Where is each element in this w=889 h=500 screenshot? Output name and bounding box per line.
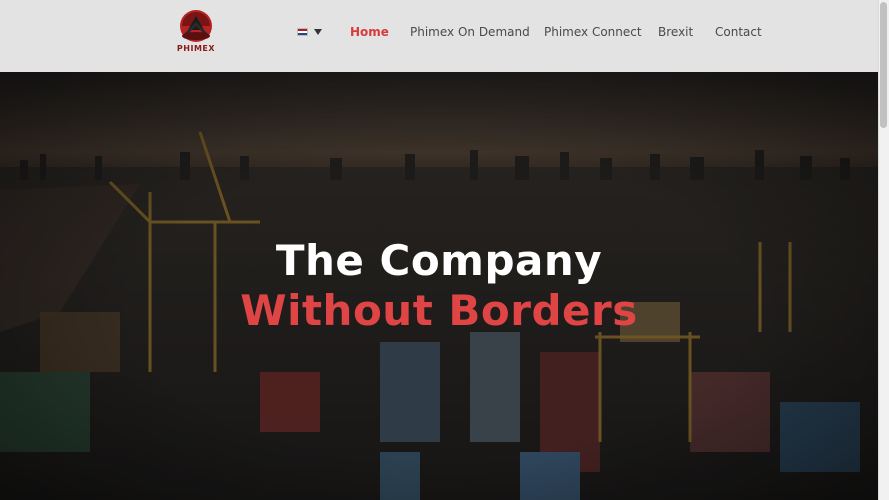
- nav-phimex-on-demand[interactable]: Phimex On Demand: [410, 25, 530, 39]
- scrollbar-thumb[interactable]: [880, 2, 887, 128]
- language-dropdown-caret-icon[interactable]: [314, 29, 322, 35]
- nav-brexit[interactable]: Brexit: [658, 25, 693, 39]
- hero-headline-line1: The Company: [275, 236, 603, 285]
- site-header: PHIMEX Home Phimex On Demand Phimex Conn…: [0, 0, 878, 72]
- nav-home[interactable]: Home: [350, 25, 389, 39]
- nav-phimex-connect[interactable]: Phimex Connect: [544, 25, 642, 39]
- netherlands-flag-icon[interactable]: [297, 28, 308, 36]
- nav-contact[interactable]: Contact: [715, 25, 762, 39]
- hero-headline-line2: Without Borders: [240, 286, 638, 335]
- logo-text: PHIMEX: [176, 44, 216, 53]
